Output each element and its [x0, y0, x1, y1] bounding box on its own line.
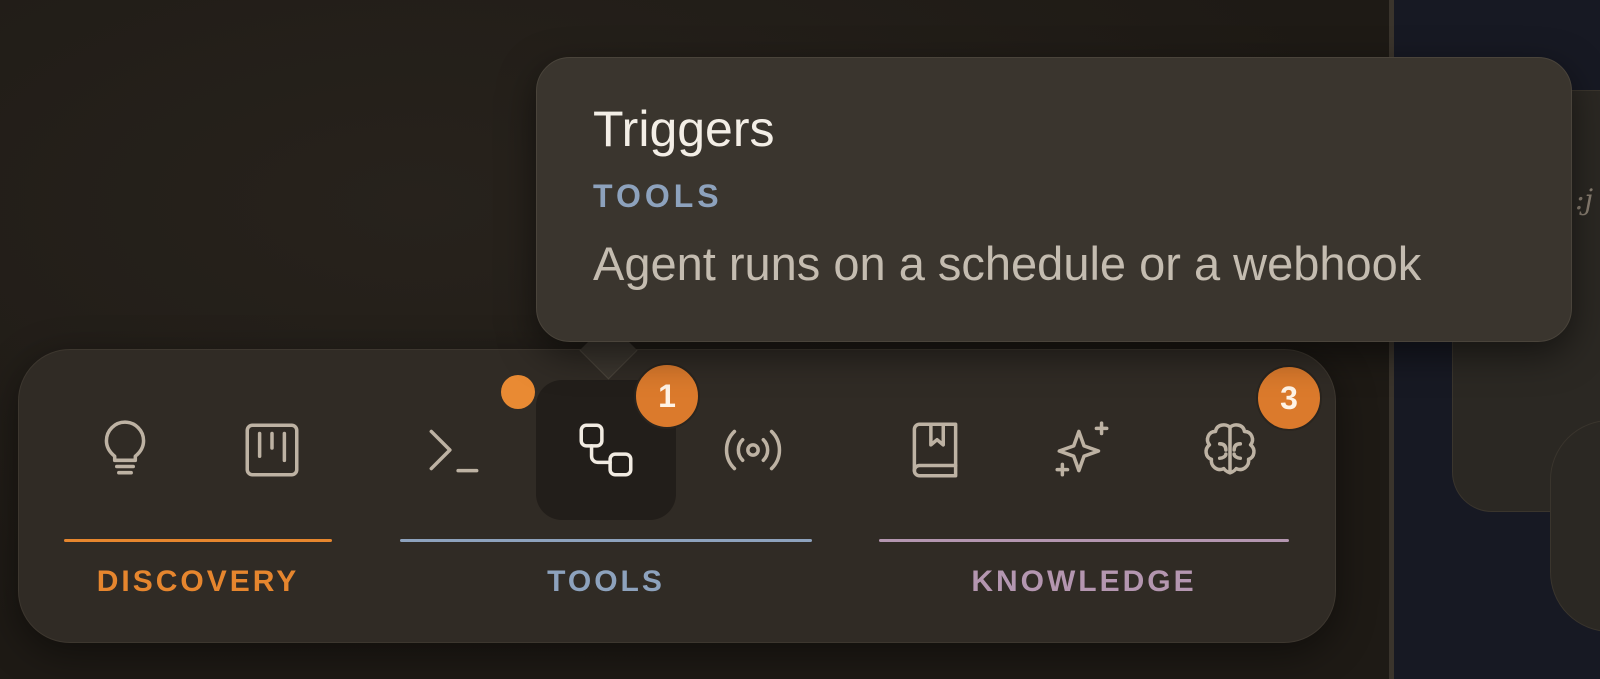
sparkles-icon — [1055, 421, 1109, 477]
dock-item-broadcast[interactable] — [683, 380, 823, 520]
dock-item-ideas[interactable] — [55, 380, 195, 520]
broadcast-icon — [724, 429, 782, 471]
notification-dot — [501, 375, 535, 409]
memory-count-badge: 3 — [1256, 365, 1322, 431]
dock-item-ai[interactable] — [1013, 380, 1153, 520]
brain-icon — [1204, 423, 1256, 475]
kanban-board-icon — [245, 423, 299, 477]
group-underline-knowledge — [879, 539, 1289, 542]
side-card-secondary — [1550, 420, 1600, 632]
dock-item-library[interactable] — [865, 380, 1005, 520]
group-label-knowledge: KNOWLEDGE — [971, 565, 1197, 598]
group-underline-tools — [400, 539, 812, 542]
side-card-text-fragment: :j — [1575, 183, 1594, 216]
workflow-nodes-icon — [579, 423, 633, 477]
group-label-tools: TOOLS — [547, 565, 665, 598]
tooltip: Triggers TOOLS Agent runs on a schedule … — [536, 57, 1572, 342]
tooltip-description: Agent runs on a schedule or a webhook — [593, 237, 1422, 290]
lightbulb-icon — [104, 420, 146, 475]
tooltip-title: Triggers — [593, 101, 775, 157]
group-underline-discovery — [64, 539, 332, 542]
dock-item-board[interactable] — [202, 380, 342, 520]
tooltip-category: TOOLS — [593, 178, 723, 214]
group-label-discovery: DISCOVERY — [96, 565, 300, 598]
terminal-icon — [429, 429, 479, 473]
bookmark-book-icon — [912, 422, 958, 478]
